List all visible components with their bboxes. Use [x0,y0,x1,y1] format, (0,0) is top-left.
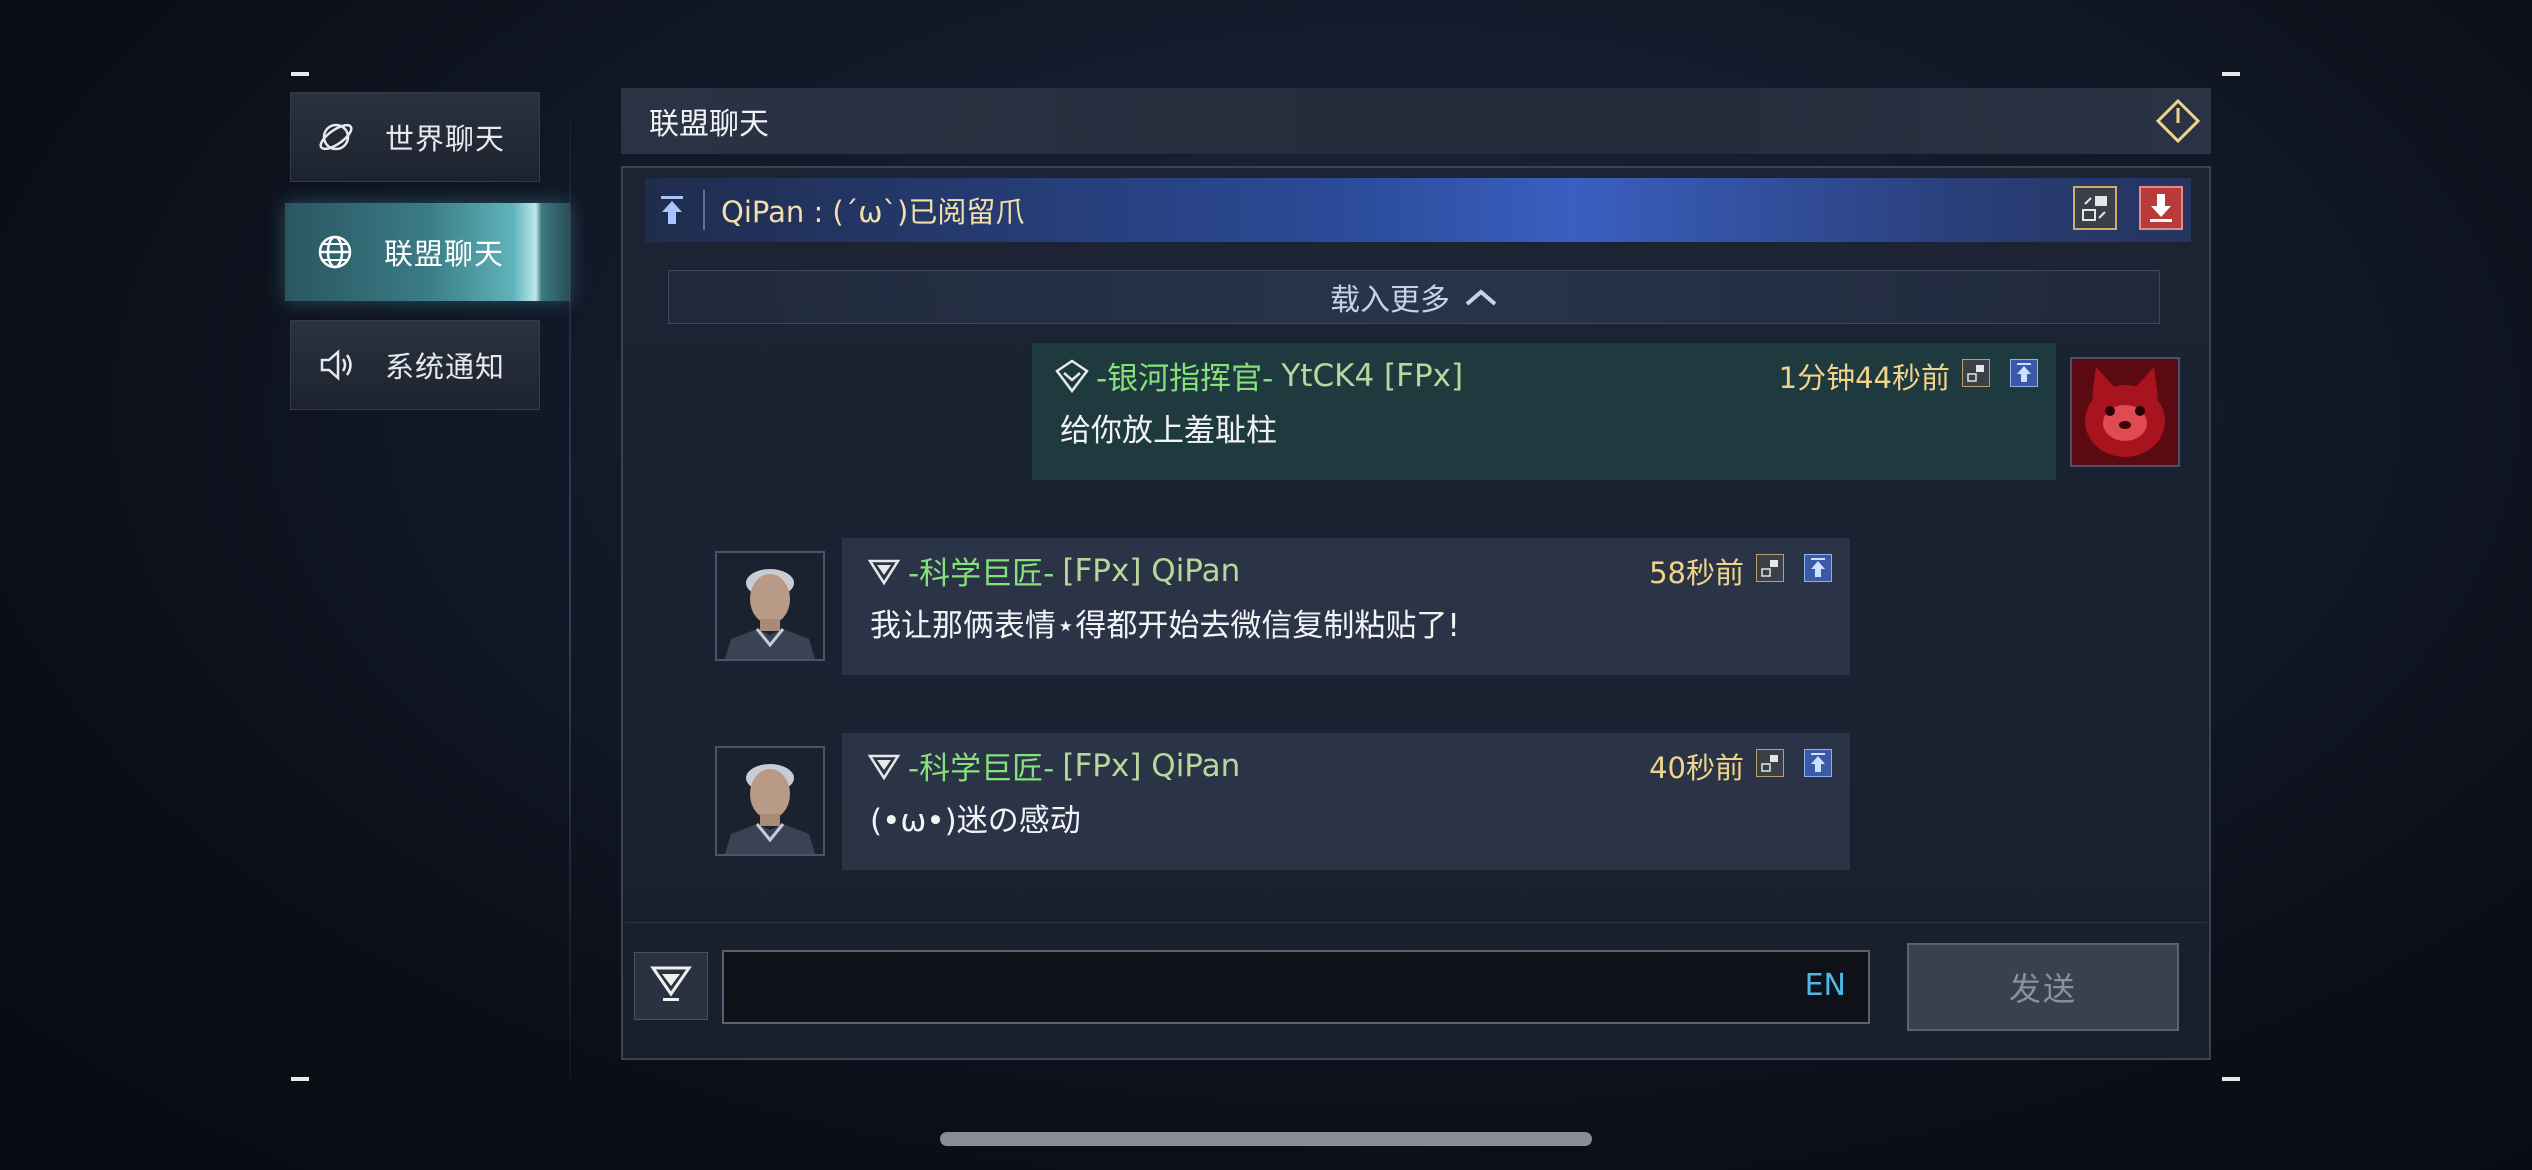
sender-name[interactable]: YtCK4 [FPx] [1281,358,1463,394]
commander-rank-icon [1054,358,1090,394]
commander-avatar [717,748,823,854]
sidebar-divider [569,120,571,1080]
sender-title: -科学巨匠- [908,751,1055,787]
emoji-triangle-icon [649,962,693,1010]
emoji-button[interactable] [634,952,708,1020]
pin-top-icon [657,193,687,227]
message-text: (•ω•)迷の感动 [870,803,1081,839]
tab-alliance-chat[interactable]: 联盟聊天 [285,203,570,301]
chat-input[interactable]: EN [722,950,1870,1024]
sender-name[interactable]: [FPx] QiPan [1062,553,1240,589]
unpin-download-icon[interactable] [2139,186,2183,230]
message-text: 给你放上羞耻柱 [1060,413,1277,449]
commander-avatar [717,553,823,659]
tab-world-chat[interactable]: 世界聊天 [290,92,540,182]
message-header: -科学巨匠- [FPx] QiPan [866,548,1240,593]
avatar[interactable] [2070,357,2180,467]
tab-label: 系统通知 [385,350,506,384]
message-header: -科学巨匠- [FPx] QiPan [866,743,1240,788]
translate-icon[interactable] [1756,749,1784,777]
page-title: 联盟聊天 [649,107,769,142]
send-button[interactable]: 发送 [1907,943,2179,1031]
translate-icon[interactable] [2073,186,2117,230]
input-divider [625,922,2207,923]
avatar[interactable] [715,551,825,661]
speaker-icon [317,346,355,384]
pinned-message-bar[interactable]: QiPan : (´ω`)已阅留爪 [645,178,2191,242]
sender-name[interactable]: [FPx] QiPan [1062,748,1240,784]
load-more-button[interactable]: 载入更多 [668,270,2160,324]
corner-mark [2222,1077,2240,1081]
scientist-rank-icon [866,748,902,784]
chat-message-self: -银河指挥官- YtCK4 [FPx] 1分钟44秒前 给你放上羞耻柱 [1032,343,2056,480]
chat-message: -科学巨匠- [FPx] QiPan 40秒前 (•ω•)迷の感动 [842,733,1850,870]
planet-icon [317,118,355,156]
message-time: 1分钟44秒前 [1778,361,1950,395]
globe-icon [316,233,354,271]
pin-top-icon[interactable] [1804,749,1832,777]
tab-system-notice[interactable]: 系统通知 [290,320,540,410]
home-indicator[interactable] [940,1132,1592,1146]
corner-mark [2222,72,2240,76]
corner-mark [291,1077,309,1081]
sender-title: -银河指挥官- [1096,361,1274,397]
tab-label: 联盟聊天 [384,237,505,271]
translate-icon[interactable] [1962,359,1990,387]
avatar[interactable] [715,746,825,856]
scientist-rank-icon [866,553,902,589]
message-time: 58秒前 [1649,556,1744,590]
translate-icon[interactable] [1756,554,1784,582]
message-text: 我让那俩表情⋆得都开始去微信复制粘贴了! [870,608,1460,644]
red-cat-avatar [2072,359,2178,465]
chat-header: 联盟聊天 [621,88,2211,154]
message-time: 40秒前 [1649,751,1744,785]
message-header: -银河指挥官- YtCK4 [FPx] [1054,353,1463,398]
sender-title: -科学巨匠- [908,556,1055,592]
chat-message: -科学巨匠- [FPx] QiPan 58秒前 我让那俩表情⋆得都开始去微信复制… [842,538,1850,675]
load-more-label: 载入更多 [1330,283,1450,318]
exit-diamond-icon[interactable] [2155,98,2201,144]
pinned-text: QiPan : (´ω`)已阅留爪 [721,195,1025,229]
language-toggle[interactable]: EN [1805,968,1846,1003]
tab-label: 世界聊天 [385,122,506,156]
pin-top-icon[interactable] [1804,554,1832,582]
corner-mark [291,72,309,76]
pin-top-icon[interactable] [2010,359,2038,387]
chevron-up-icon [1464,287,1498,307]
pinned-separator [703,190,705,230]
